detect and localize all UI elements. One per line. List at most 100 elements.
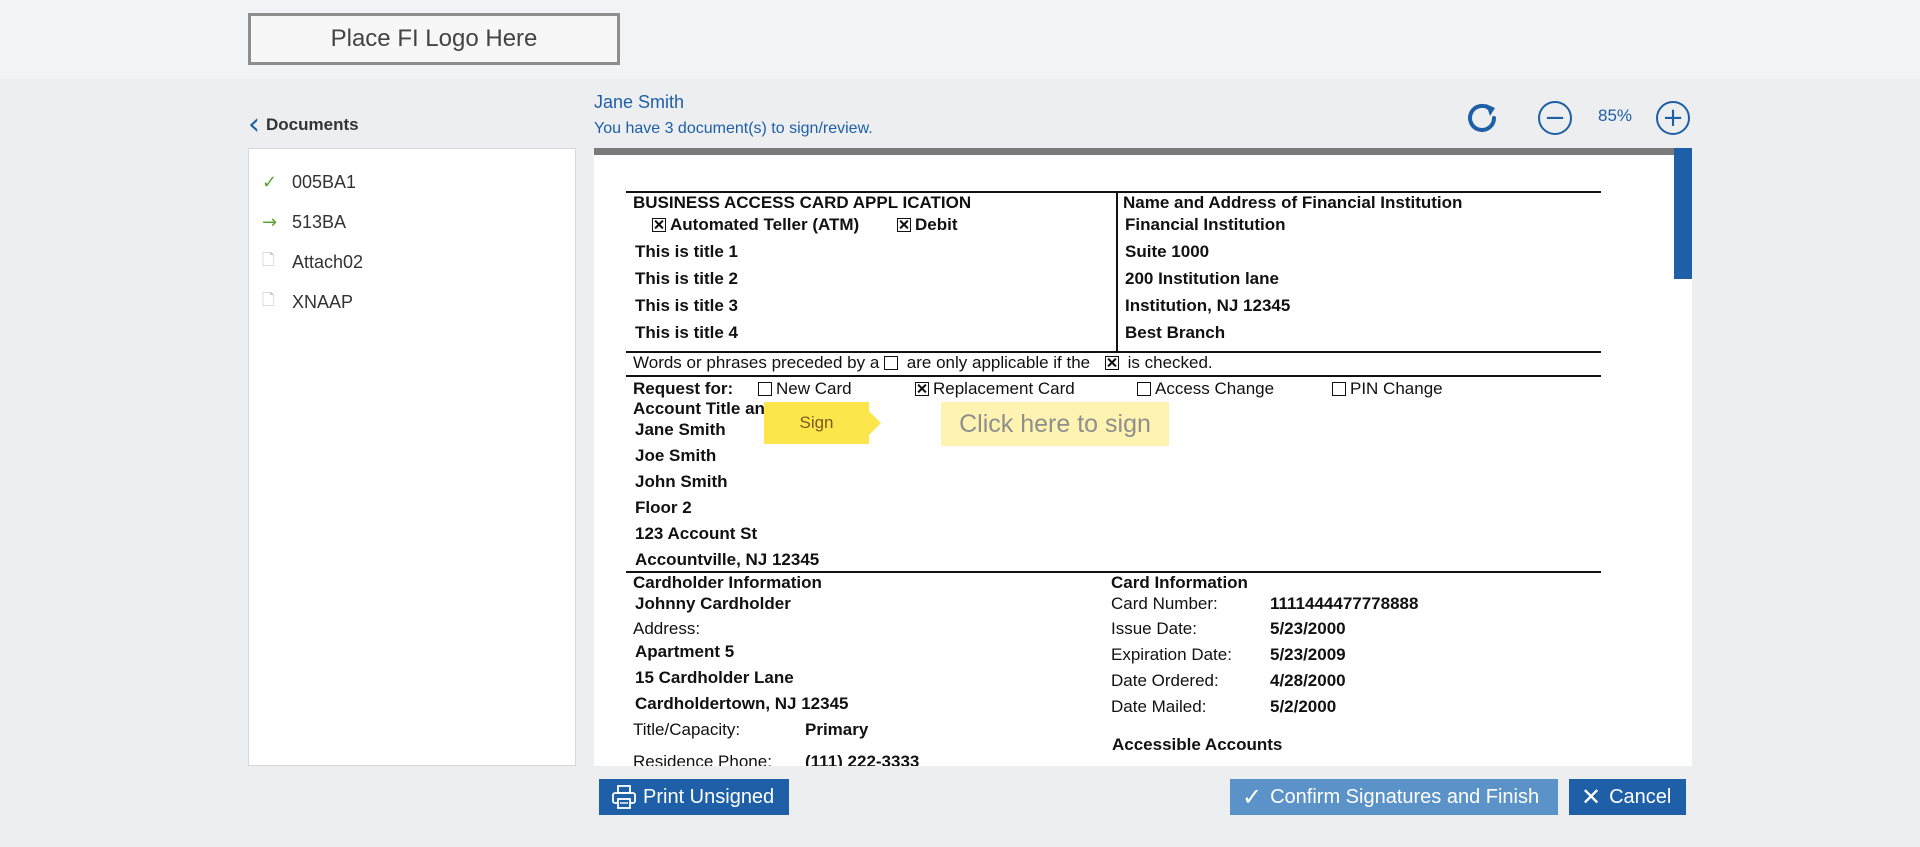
checkbox-checked[interactable] xyxy=(915,382,929,396)
top-bar: Place FI Logo Here xyxy=(0,0,1920,79)
request-new-card: New Card xyxy=(758,379,852,399)
address-line: 15 Cardholder Lane xyxy=(635,668,794,687)
document-label: Attach02 xyxy=(292,251,364,272)
document-label: 005BA1 xyxy=(292,171,357,192)
arrow-right-icon: → xyxy=(262,211,278,233)
cancel-label: Cancel xyxy=(1609,785,1672,808)
viewer-top-border xyxy=(594,148,1674,155)
card-row-value: 5/23/2009 xyxy=(1270,645,1346,664)
account-line: Joe Smith xyxy=(635,446,717,465)
request-pin-change: PIN Change xyxy=(1332,379,1443,399)
account-line: John Smith xyxy=(635,472,728,491)
file-icon: 🗋 xyxy=(262,249,275,269)
request-access-change: Access Change xyxy=(1137,379,1274,399)
checkbox-unchecked[interactable] xyxy=(1332,382,1346,396)
title-capacity-label: Title/Capacity: xyxy=(633,720,741,739)
debit-option: Debit xyxy=(897,215,958,235)
fi-logo-placeholder: Place FI Logo Here xyxy=(248,13,620,65)
close-icon: ✕ xyxy=(1581,783,1602,811)
cardholder-name: Johnny Cardholder xyxy=(635,594,791,613)
debit-label: Debit xyxy=(915,215,958,234)
words-note-part: Words or phrases preceded by a xyxy=(633,353,880,372)
request-replacement-card: Replacement Card xyxy=(915,379,1075,399)
check-icon: ✓ xyxy=(262,171,278,193)
documents-remaining-message: You have 3 document(s) to sign/review. xyxy=(594,120,873,137)
address-line: Apartment 5 xyxy=(635,642,735,661)
cancel-button[interactable]: ✕ Cancel xyxy=(1569,779,1686,815)
account-line: Jane Smith xyxy=(635,420,726,439)
fi-line: 200 Institution lane xyxy=(1125,269,1279,288)
application-title: BUSINESS ACCESS CARD APPL ICATION xyxy=(633,193,972,212)
refresh-icon[interactable] xyxy=(1462,98,1502,138)
document-viewer[interactable]: BUSINESS ACCESS CARD APPL ICATION Automa… xyxy=(594,148,1674,766)
option-label: PIN Change xyxy=(1350,379,1443,398)
card-row-value: 1111444477778888 xyxy=(1270,594,1419,613)
address-label: Address: xyxy=(633,619,701,638)
fi-header: Name and Address of Financial Institutio… xyxy=(1123,193,1463,212)
zoom-in-button[interactable]: + xyxy=(1656,101,1690,135)
accessible-accounts-header: Accessible Accounts xyxy=(1112,735,1283,754)
scrollbar-thumb[interactable] xyxy=(1674,148,1692,279)
residence-phone-value: (111) 222-3333 xyxy=(805,752,920,766)
title-line: This is title 1 xyxy=(635,242,738,261)
title-capacity-value: Primary xyxy=(805,720,869,739)
title-line: This is title 3 xyxy=(635,296,738,315)
words-note-part: are only applicable if the xyxy=(906,353,1091,372)
zoom-level: 85% xyxy=(1598,106,1633,125)
checkbox-unchecked[interactable] xyxy=(1137,382,1151,396)
document-item-xnaap[interactable]: 🗋 XNAAP xyxy=(262,287,353,317)
option-label: Access Change xyxy=(1155,379,1275,398)
chevron-left-icon[interactable]: ‹ xyxy=(248,110,260,140)
atm-label: Automated Teller (ATM) xyxy=(670,215,860,234)
title-line: This is title 2 xyxy=(635,269,738,288)
card-row-label: Expiration Date: xyxy=(1111,645,1232,664)
divider xyxy=(1116,191,1118,351)
confirm-signatures-button[interactable]: ✓ Confirm Signatures and Finish xyxy=(1230,779,1558,815)
cardholder-header: Cardholder Information xyxy=(633,573,822,592)
confirm-label: Confirm Signatures and Finish xyxy=(1270,785,1540,808)
card-row-value: 5/2/2000 xyxy=(1270,697,1337,716)
card-row-label: Date Ordered: xyxy=(1111,671,1219,690)
account-line: Floor 2 xyxy=(635,498,692,517)
account-line: 123 Account St xyxy=(635,524,758,543)
documents-header[interactable]: ‹ Documents xyxy=(248,110,359,140)
card-info-header: Card Information xyxy=(1111,573,1248,592)
card-row-value: 5/23/2000 xyxy=(1270,619,1346,638)
checkbox-checked[interactable] xyxy=(652,218,666,232)
check-icon: ✓ xyxy=(1242,783,1263,811)
address-line: Cardholdertown, NJ 12345 xyxy=(635,694,849,713)
divider xyxy=(626,375,1601,377)
document-item-attach02[interactable]: 🗋 Attach02 xyxy=(262,247,363,277)
fi-line: Financial Institution xyxy=(1125,215,1286,234)
signer-name: Jane Smith xyxy=(594,92,685,112)
title-line: This is title 4 xyxy=(635,323,738,342)
card-row-label: Card Number: xyxy=(1111,594,1218,613)
document-item-005ba1[interactable]: ✓ 005BA1 xyxy=(262,167,356,197)
atm-option: Automated Teller (ATM) xyxy=(652,215,859,235)
signature-field[interactable]: Click here to sign xyxy=(941,402,1169,446)
document-item-513ba[interactable]: → 513BA xyxy=(262,207,346,237)
checkbox-unchecked[interactable] xyxy=(758,382,772,396)
words-note-part: is checked. xyxy=(1127,353,1213,372)
zoom-out-button[interactable]: − xyxy=(1538,101,1572,135)
option-label: New Card xyxy=(776,379,852,398)
option-label: Replacement Card xyxy=(933,379,1075,398)
file-icon: 🗋 xyxy=(262,289,275,309)
words-note: Words or phrases preceded by a are only … xyxy=(633,353,1213,373)
fi-line: Best Branch xyxy=(1125,323,1226,342)
card-row-label: Date Mailed: xyxy=(1111,697,1207,716)
account-line: Accountville, NJ 12345 xyxy=(635,550,820,569)
printer-icon xyxy=(612,785,636,809)
checkbox-checked[interactable] xyxy=(897,218,911,232)
checkbox-sample xyxy=(884,356,899,370)
checkbox-sample-checked xyxy=(1104,356,1119,370)
document-label: XNAAP xyxy=(292,291,354,312)
account-title-label: Account Title an xyxy=(633,399,765,418)
request-label: Request for: xyxy=(633,379,734,398)
fi-line: Institution, NJ 12345 xyxy=(1125,296,1291,315)
sign-tag[interactable]: Sign xyxy=(764,402,881,444)
print-unsigned-button[interactable]: Print Unsigned xyxy=(599,779,789,815)
residence-phone-label: Residence Phone: xyxy=(633,752,772,766)
card-row-label: Issue Date: xyxy=(1111,619,1197,638)
fi-line: Suite 1000 xyxy=(1125,242,1210,261)
